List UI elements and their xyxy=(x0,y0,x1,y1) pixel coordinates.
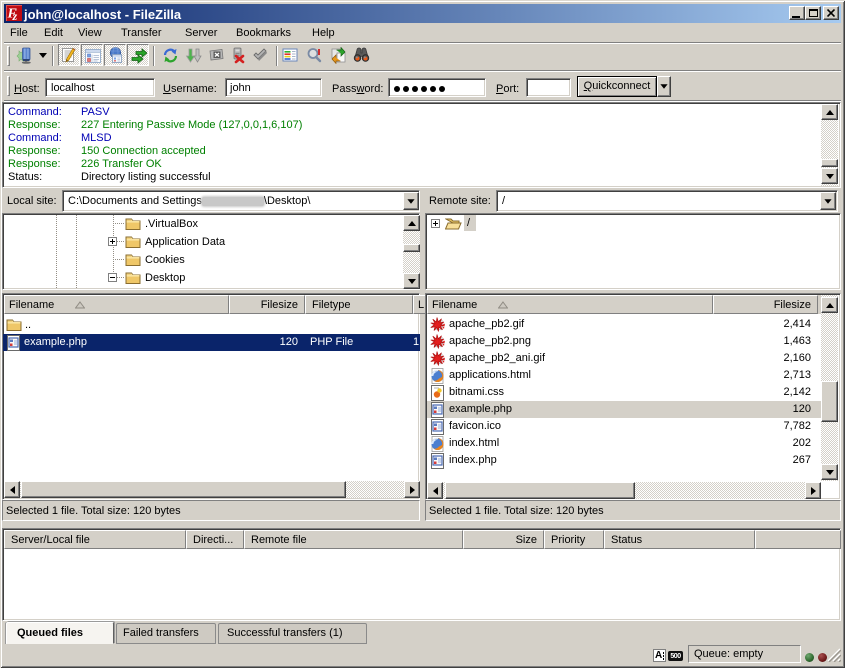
svg-text:z: z xyxy=(12,9,18,21)
